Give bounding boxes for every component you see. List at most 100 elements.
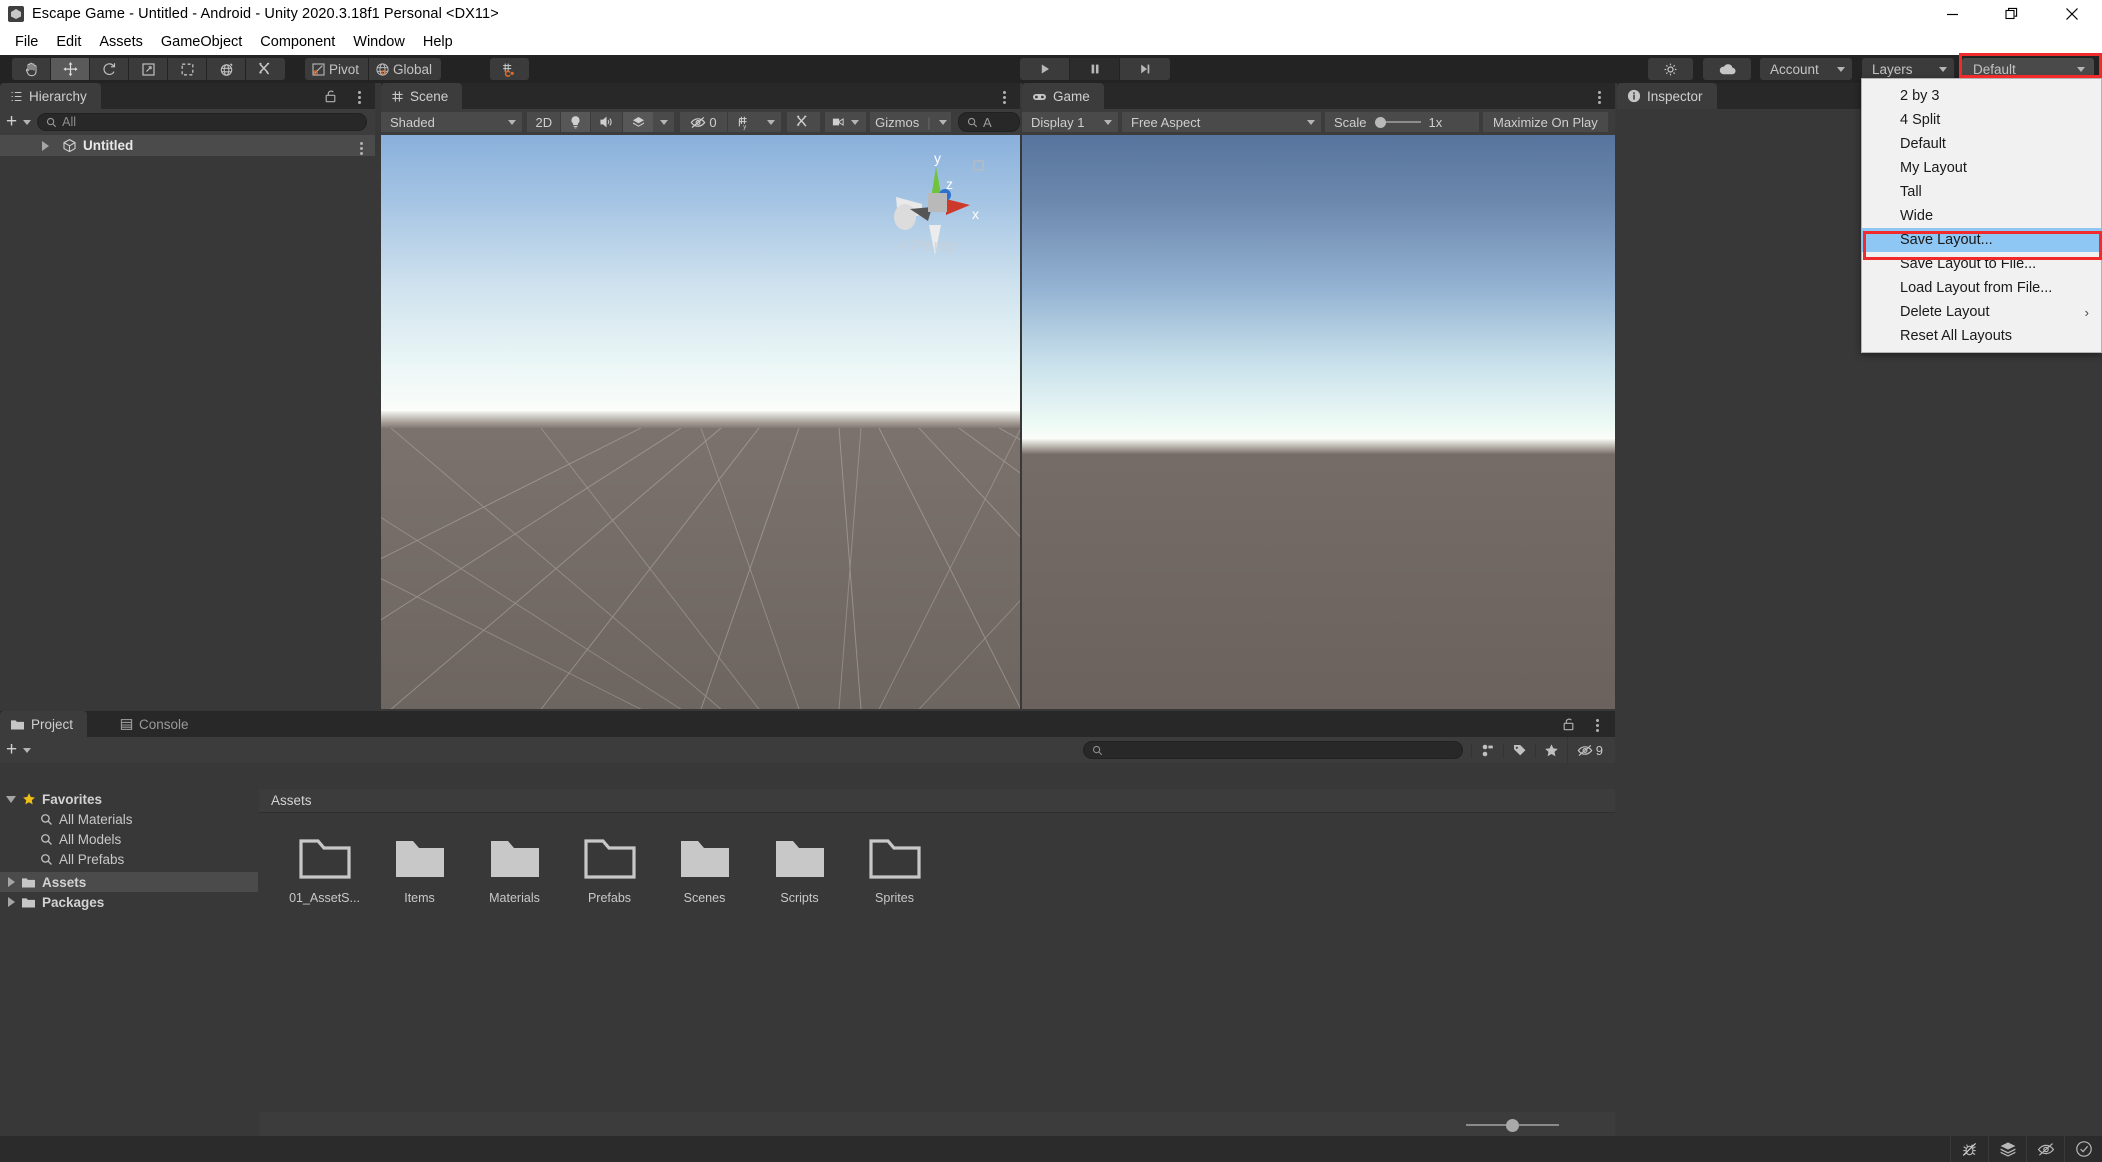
scene-gizmos-button[interactable]: Gizmos | [870,112,953,132]
scene-2d-toggle[interactable]: 2D [527,112,562,132]
expand-triangle-icon[interactable] [6,795,16,803]
hierarchy-add-button[interactable]: + [6,112,32,131]
menu-help[interactable]: Help [414,32,462,52]
scale-tool-button[interactable] [129,58,168,80]
rect-tool-button[interactable] [168,58,207,80]
menu-item-save-layout-to-file[interactable]: Save Layout to File... [1862,252,2101,276]
asset-folder-item[interactable]: Materials [467,837,562,905]
tab-inspector[interactable]: Inspector [1617,83,1717,109]
transform-tool-button[interactable] [207,58,246,80]
pivot-toggle-button[interactable]: Pivot [305,58,370,80]
pause-button[interactable] [1070,58,1120,80]
game-scale-slider[interactable]: Scale 1x [1325,112,1480,132]
asset-folder-item[interactable]: 01_AssetS... [277,837,372,905]
hierarchy-menu-icon[interactable] [358,91,361,104]
scene-effects-toggle[interactable] [623,112,654,132]
menu-item-save-layout[interactable]: Save Layout... [1862,228,2101,252]
project-add-button[interactable]: + [6,740,32,759]
minimize-button[interactable] [1922,0,1982,28]
menu-file[interactable]: File [6,32,47,52]
menu-item-default[interactable]: Default [1862,132,2101,156]
layers-stack-icon[interactable] [1988,1136,2026,1162]
menu-item-tall[interactable]: Tall [1862,180,2101,204]
hierarchy-lock-icon[interactable] [324,89,337,108]
menu-gameobject[interactable]: GameObject [152,32,251,52]
scene-audio-toggle[interactable] [591,112,624,132]
tree-row-assets[interactable]: Assets [0,872,258,892]
custom-tool-button[interactable] [246,58,285,80]
tree-row-all-materials[interactable]: All Materials [0,809,258,829]
eye-off-icon[interactable] [2026,1136,2064,1162]
tab-console[interactable]: Console [110,711,203,737]
hierarchy-row-untitled[interactable]: Untitled [0,135,375,156]
menu-edit[interactable]: Edit [47,32,90,52]
tree-row-all-models[interactable]: All Models [0,829,258,849]
scene-lighting-toggle[interactable] [561,112,592,132]
scene-viewport[interactable]: y x z < Persp [381,135,1020,709]
asset-folder-item[interactable]: Scripts [752,837,847,905]
project-search-input[interactable] [1082,741,1463,759]
grid-snap-button[interactable] [490,58,529,80]
favorites-star-icon[interactable] [1534,742,1567,758]
menu-assets[interactable]: Assets [90,32,152,52]
scene-search-input[interactable]: A [957,112,1020,132]
menu-item-reset-all-layouts[interactable]: Reset All Layouts [1862,324,2101,348]
scene-shading-dropdown[interactable]: Shaded [381,112,523,132]
tab-project[interactable]: Project [0,711,88,737]
expand-triangle-icon[interactable] [8,877,15,887]
menu-item-4split[interactable]: 4 Split [1862,108,2101,132]
cloud-icon[interactable] [1703,58,1751,80]
play-button[interactable] [1020,58,1070,80]
scene-camera-button[interactable] [825,112,866,132]
scene-menu-icon[interactable] [1003,91,1006,104]
asset-folder-item[interactable]: Sprites [847,837,942,905]
asset-folder-item[interactable]: Scenes [657,837,752,905]
scene-effects-dropdown[interactable] [653,112,676,132]
menu-item-wide[interactable]: Wide [1862,204,2101,228]
expand-triangle-icon[interactable] [42,140,49,151]
menu-item-delete-layout[interactable]: Delete Layout › [1862,300,2101,324]
tree-row-all-prefabs[interactable]: All Prefabs [0,849,258,869]
step-button[interactable] [1120,58,1170,80]
game-display-dropdown[interactable]: Display 1 [1022,112,1119,132]
asset-folder-item[interactable]: Items [372,837,467,905]
scene-grid-toggle[interactable]: y [728,112,761,132]
hand-tool-button[interactable] [12,58,51,80]
layout-dropdown[interactable]: Default [1962,58,2094,80]
slider-handle[interactable] [1374,116,1386,128]
menu-item-2by3[interactable]: 2 by 3 [1862,84,2101,108]
game-maximize-toggle[interactable]: Maximize On Play [1483,112,1609,132]
close-button[interactable] [2042,0,2102,28]
check-circle-icon[interactable] [2064,1136,2102,1162]
hierarchy-search-input[interactable]: All [37,113,367,131]
project-lock-icon[interactable] [1562,717,1575,736]
menu-item-my-layout[interactable]: My Layout [1862,156,2101,180]
move-tool-button[interactable] [51,58,90,80]
scene-hidden-objects[interactable]: 0 [680,112,729,132]
project-menu-icon[interactable] [1596,719,1599,732]
collab-icon[interactable] [1648,58,1693,80]
restore-button[interactable] [1982,0,2042,28]
asset-folder-item[interactable]: Prefabs [562,837,657,905]
rotate-tool-button[interactable] [90,58,129,80]
scene-grid-dropdown[interactable] [760,112,783,132]
menu-item-load-layout-from-file[interactable]: Load Layout from File... [1862,276,2101,300]
row-menu-icon[interactable] [360,142,363,155]
tree-row-favorites[interactable]: Favorites [0,789,258,809]
tab-hierarchy[interactable]: Hierarchy [0,83,101,109]
expand-triangle-icon[interactable] [8,897,15,907]
menu-window[interactable]: Window [344,32,414,52]
tab-scene[interactable]: Scene [381,83,463,109]
layers-dropdown[interactable]: Layers [1862,58,1954,80]
scene-axis-gizmo[interactable]: y x z < Persp [888,147,998,267]
tab-game[interactable]: Game [1022,83,1104,109]
game-viewport[interactable] [1022,135,1615,709]
menu-component[interactable]: Component [251,32,344,52]
scene-tools-button[interactable] [786,112,821,132]
tree-row-packages[interactable]: Packages [0,892,258,912]
account-dropdown[interactable]: Account [1760,58,1852,80]
project-hidden-objects[interactable]: 9 [1566,737,1603,763]
filter-by-label-icon[interactable] [1502,742,1535,758]
game-menu-icon[interactable] [1598,91,1601,104]
bug-icon[interactable] [1950,1136,1988,1162]
